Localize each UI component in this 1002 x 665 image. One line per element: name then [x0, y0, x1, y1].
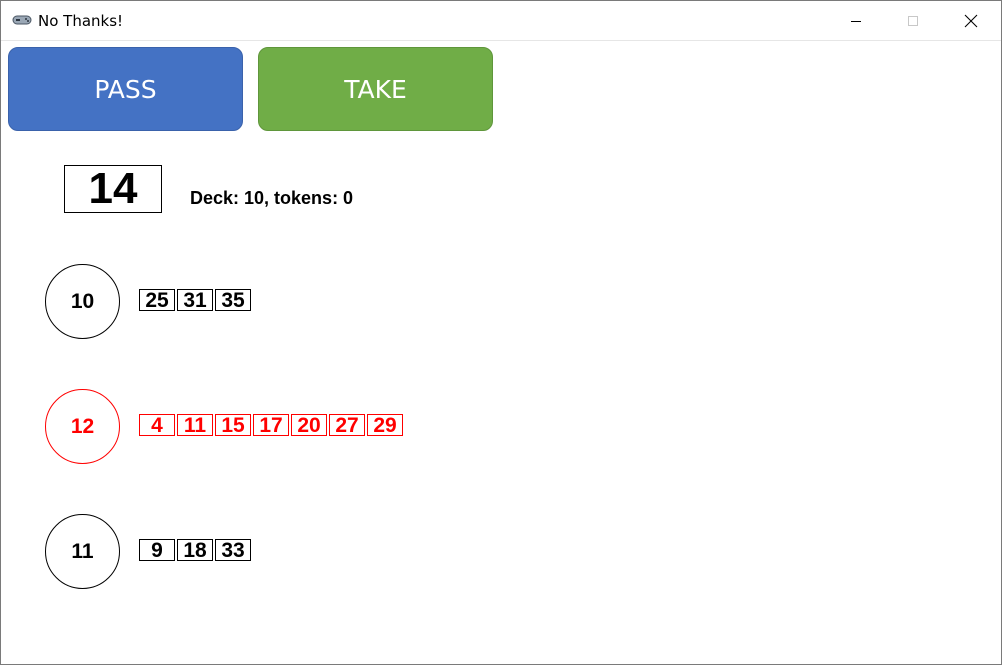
player-card: 29 [367, 414, 403, 436]
gamepad-icon [12, 13, 32, 25]
player-card: 4 [139, 414, 175, 436]
minimize-icon [851, 20, 861, 22]
player-cards: 25 31 35 [139, 289, 253, 311]
player-card: 18 [177, 539, 213, 561]
take-button[interactable]: TAKE [258, 47, 493, 131]
player-card: 15 [215, 414, 251, 436]
close-icon [964, 14, 978, 27]
player-card: 27 [329, 414, 365, 436]
player-card: 33 [215, 539, 251, 561]
current-card: 14 [64, 164, 162, 213]
maximize-icon [908, 15, 918, 26]
player-card: 31 [177, 289, 213, 311]
player-2: 12 4 11 15 17 20 27 29 [45, 389, 403, 464]
player-token-count: 11 [45, 514, 120, 589]
player-cards: 9 18 33 [139, 539, 253, 561]
player-card: 25 [139, 289, 175, 311]
window-title: No Thanks! [38, 12, 124, 30]
player-card: 17 [253, 414, 289, 436]
player-card: 11 [177, 414, 213, 436]
player-token-count: 10 [45, 264, 120, 339]
player-token-count: 12 [45, 389, 120, 464]
title-bar: No Thanks! [1, 1, 1001, 41]
player-1: 10 25 31 35 [45, 264, 251, 339]
player-card: 9 [139, 539, 175, 561]
player-card: 20 [291, 414, 327, 436]
maximize-button[interactable] [884, 1, 942, 40]
minimize-button[interactable] [827, 1, 885, 40]
app-window: No Thanks! PASS TAKE 14 Deck: 10, tokens… [0, 0, 1002, 665]
pass-button[interactable]: PASS [8, 47, 243, 131]
player-3: 11 9 18 33 [45, 514, 251, 589]
deck-status: Deck: 10, tokens: 0 [190, 188, 354, 208]
player-card: 35 [215, 289, 251, 311]
close-button[interactable] [942, 1, 1000, 40]
player-cards: 4 11 15 17 20 27 29 [139, 414, 405, 436]
